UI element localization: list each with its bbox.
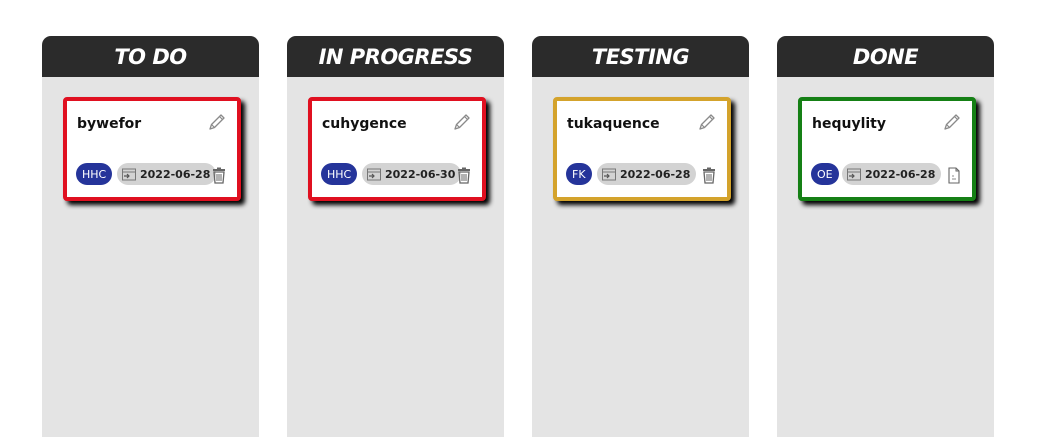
column-todo: TO DO bywefor HHC 2022-06-28 [42,36,259,437]
pencil-icon[interactable] [942,112,962,132]
calendar-icon [122,168,136,181]
card-title: hequylity [812,116,886,132]
column-title: DONE [777,36,994,77]
pencil-icon[interactable] [452,112,472,132]
trash-icon[interactable] [701,167,717,184]
due-date: 2022-06-30 [385,167,456,181]
task-card[interactable]: tukaquence FK 2022-06-28 [553,97,731,201]
assignee-badge: FK [566,163,592,185]
column-testing: TESTING tukaquence FK 2022-06-28 [532,36,749,437]
pencil-icon[interactable] [697,112,717,132]
calendar-icon [602,168,616,181]
assignee-badge: HHC [321,163,358,185]
assignee-badge: HHC [76,163,113,185]
column-title: TESTING [532,36,749,77]
due-date: 2022-06-28 [140,167,211,181]
due-date: 2022-06-28 [620,167,691,181]
trash-icon[interactable] [456,167,472,184]
assignee-badge: OE [811,163,839,185]
calendar-icon [367,168,381,181]
pencil-icon[interactable] [207,112,227,132]
due-date-pill: 2022-06-28 [117,163,217,185]
task-card[interactable]: cuhygence HHC 2022-06-30 [308,97,486,201]
due-date: 2022-06-28 [865,167,936,181]
column-title: TO DO [42,36,259,77]
due-date-pill: 2022-06-30 [362,163,462,185]
task-card[interactable]: hequylity OE 2022-06-28 [798,97,976,201]
card-title: cuhygence [322,116,407,132]
task-card[interactable]: bywefor HHC 2022-06-28 [63,97,241,201]
column-title: IN PROGRESS [287,36,504,77]
file-icon[interactable] [946,167,962,184]
trash-icon[interactable] [211,167,227,184]
card-title: bywefor [77,116,142,132]
due-date-pill: 2022-06-28 [842,163,942,185]
column-in-progress: IN PROGRESS cuhygence HHC 2022-06-30 [287,36,504,437]
due-date-pill: 2022-06-28 [597,163,697,185]
calendar-icon [847,168,861,181]
card-title: tukaquence [567,116,660,132]
column-done: DONE hequylity OE 2022-06-28 [777,36,994,437]
